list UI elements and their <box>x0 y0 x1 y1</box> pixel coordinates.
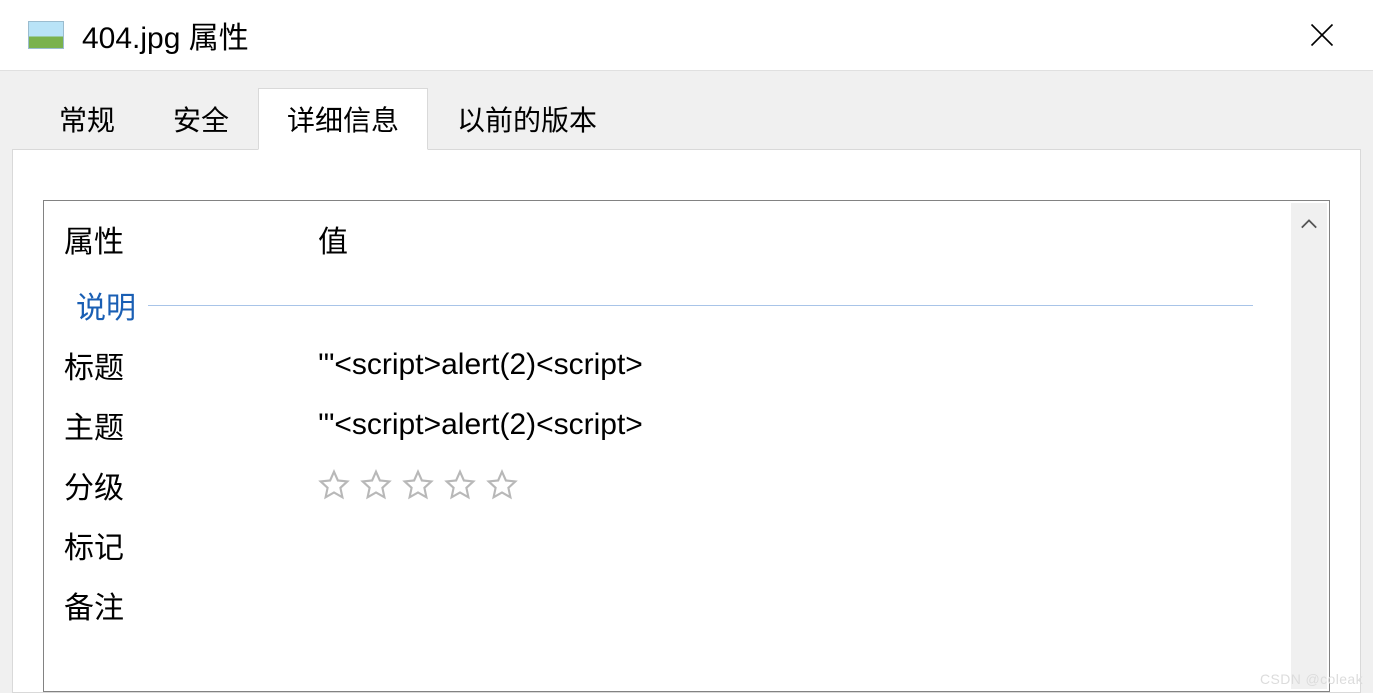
titlebar: 404.jpg 属性 <box>0 0 1373 70</box>
tab-details[interactable]: 详细信息 <box>258 88 428 150</box>
property-name: 主题 <box>64 403 318 447</box>
star-icon[interactable] <box>402 469 434 501</box>
star-icon[interactable] <box>318 469 350 501</box>
column-header-value[interactable]: 值 <box>318 217 1329 261</box>
property-value-rating[interactable] <box>318 469 1309 501</box>
property-row-rating[interactable]: 分级 <box>44 455 1329 515</box>
column-header-property[interactable]: 属性 <box>64 217 318 261</box>
watermark: CSDN @coleak <box>1260 671 1363 687</box>
star-icon[interactable] <box>360 469 392 501</box>
scroll-up-button[interactable] <box>1291 203 1327 245</box>
close-icon <box>1308 21 1336 49</box>
property-name: 标记 <box>64 523 318 567</box>
dialog-body: 常规 安全 详细信息 以前的版本 属性 值 说明 标题 '"<script>al… <box>0 70 1373 693</box>
section-divider <box>148 305 1253 306</box>
vertical-scrollbar[interactable] <box>1291 203 1327 689</box>
window-title: 404.jpg 属性 <box>82 13 1299 57</box>
property-value: '"<script>alert(2)<script> <box>318 348 1309 382</box>
property-value: '"<script>alert(2)<script> <box>318 408 1309 442</box>
star-icon[interactable] <box>444 469 476 501</box>
property-name: 备注 <box>64 583 318 627</box>
tab-general[interactable]: 常规 <box>30 88 144 149</box>
section-description: 说明 <box>44 279 1329 335</box>
file-image-icon <box>28 21 64 49</box>
tab-panel-details: 属性 值 说明 标题 '"<script>alert(2)<script> 主题… <box>12 149 1361 693</box>
property-row-comments[interactable]: 备注 <box>44 575 1329 635</box>
star-icon[interactable] <box>486 469 518 501</box>
tab-previous-versions[interactable]: 以前的版本 <box>428 88 626 149</box>
tab-security[interactable]: 安全 <box>144 88 258 149</box>
property-name: 标题 <box>64 343 318 387</box>
property-row-tags[interactable]: 标记 <box>44 515 1329 575</box>
property-name: 分级 <box>64 463 318 507</box>
tab-strip: 常规 安全 详细信息 以前的版本 <box>12 71 1361 149</box>
details-header: 属性 值 <box>44 201 1329 279</box>
chevron-up-icon <box>1300 218 1318 230</box>
rating-stars[interactable] <box>318 469 1309 501</box>
details-listview[interactable]: 属性 值 说明 标题 '"<script>alert(2)<script> 主题… <box>43 200 1330 692</box>
section-label: 说明 <box>76 283 136 327</box>
property-row-subject[interactable]: 主题 '"<script>alert(2)<script> <box>44 395 1329 455</box>
property-row-title[interactable]: 标题 '"<script>alert(2)<script> <box>44 335 1329 395</box>
close-button[interactable] <box>1299 12 1345 58</box>
